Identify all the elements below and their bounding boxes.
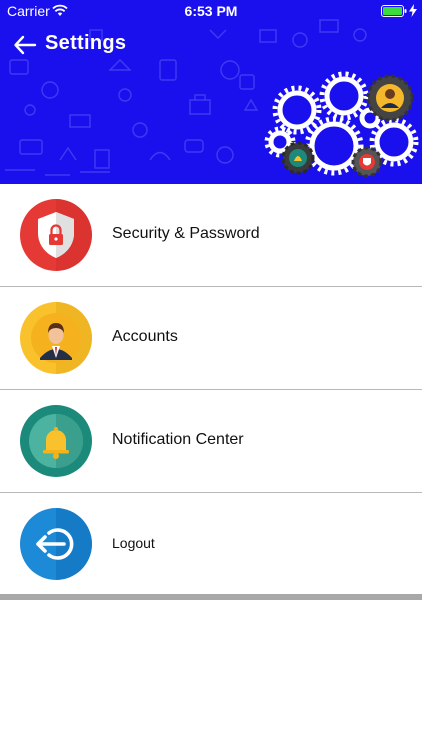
menu-item-logout[interactable]: Logout — [0, 493, 422, 596]
status-bar: Carrier 6:53 PM — [0, 0, 422, 22]
settings-header: Carrier 6:53 PM Settings — [0, 0, 422, 184]
gears-illustration — [264, 71, 419, 178]
settings-menu: Security & Password Accounts Notificatio… — [0, 184, 422, 596]
status-time: 6:53 PM — [184, 3, 238, 19]
menu-item-label: Accounts — [112, 328, 178, 345]
menu-item-security[interactable]: Security & Password — [0, 184, 422, 287]
charging-bolt-icon — [409, 4, 417, 17]
menu-item-notifications[interactable]: Notification Center — [0, 390, 422, 493]
bell-icon — [20, 405, 92, 477]
menu-item-accounts[interactable]: Accounts — [0, 287, 422, 390]
page-title: Settings — [45, 32, 127, 54]
back-arrow-icon[interactable] — [13, 34, 37, 56]
menu-bottom-divider — [0, 594, 422, 600]
menu-item-label: Notification Center — [112, 431, 244, 448]
menu-item-label: Logout — [112, 535, 155, 551]
battery-full-icon — [381, 5, 407, 17]
menu-item-label: Security & Password — [112, 225, 260, 242]
shield-lock-icon — [20, 199, 92, 271]
user-avatar-icon — [20, 302, 92, 374]
logout-icon — [20, 508, 92, 580]
